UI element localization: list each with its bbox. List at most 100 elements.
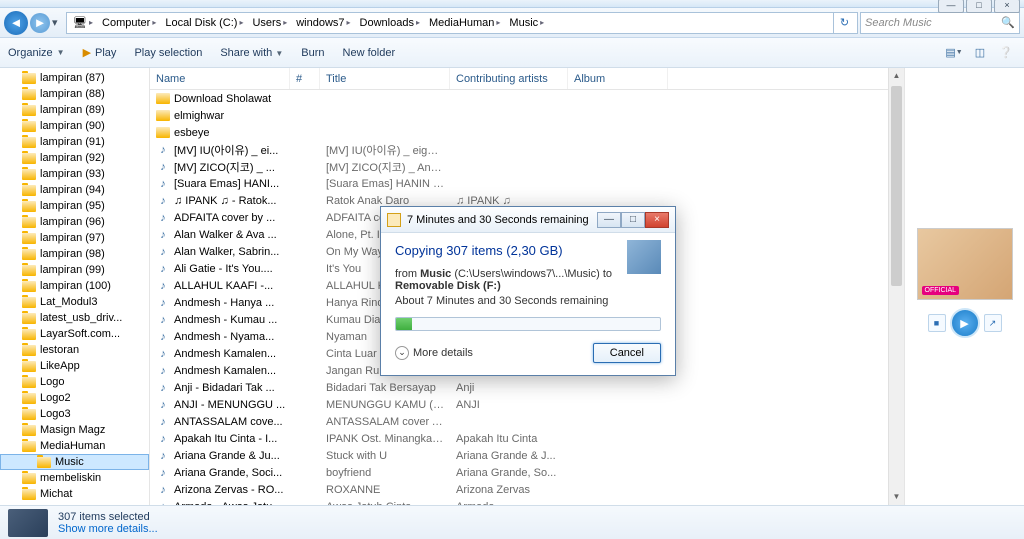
tree-item[interactable]: Michat bbox=[0, 486, 149, 502]
tree-item[interactable]: membeliskin bbox=[0, 470, 149, 486]
tree-item[interactable]: Masign Magz bbox=[0, 422, 149, 438]
file-row[interactable]: ♪Apakah Itu Cinta - I...IPANK Ost. Minan… bbox=[150, 430, 888, 447]
folder-icon bbox=[22, 361, 36, 372]
music-icon: ♪ bbox=[156, 364, 170, 378]
tree-item[interactable]: Logo2 bbox=[0, 390, 149, 406]
forward-button[interactable]: ► bbox=[30, 13, 50, 33]
column-number[interactable]: # bbox=[290, 68, 320, 89]
tree-item[interactable]: lampiran (99) bbox=[0, 262, 149, 278]
tree-item[interactable]: lampiran (89) bbox=[0, 102, 149, 118]
file-row[interactable]: ♪Armada - Awas Jatu...Awas Jatuh CintaAr… bbox=[150, 498, 888, 505]
dialog-minimize-button[interactable]: — bbox=[597, 212, 621, 228]
file-row[interactable]: ♪Ariana Grande, Soci...boyfriendAriana G… bbox=[150, 464, 888, 481]
tree-item[interactable]: lestoran bbox=[0, 342, 149, 358]
scroll-thumb[interactable] bbox=[891, 86, 902, 286]
folder-icon bbox=[22, 441, 36, 452]
maximize-button[interactable]: □ bbox=[966, 0, 992, 13]
tree-item[interactable]: lampiran (98) bbox=[0, 246, 149, 262]
folder-icon bbox=[22, 345, 36, 356]
column-artist[interactable]: Contributing artists bbox=[450, 68, 568, 89]
share-menu[interactable]: Share with ▼ bbox=[220, 47, 283, 59]
preview-pane: OFFICIAL ■ ▶ ↗ bbox=[904, 68, 1024, 505]
column-album[interactable]: Album bbox=[568, 68, 668, 89]
breadcrumb-segment[interactable]: Local Disk (C:)▸ bbox=[161, 13, 247, 33]
file-row[interactable]: ♪[MV] IU(아이유) _ ei...[MV] IU(아이유) _ eigh… bbox=[150, 141, 888, 158]
music-icon: ♪ bbox=[156, 347, 170, 361]
new-folder-button[interactable]: New folder bbox=[343, 47, 396, 59]
tree-item[interactable]: lampiran (97) bbox=[0, 230, 149, 246]
popout-button[interactable]: ↗ bbox=[984, 314, 1002, 332]
breadcrumb-segment[interactable]: Downloads▸ bbox=[356, 13, 424, 33]
scroll-down-button[interactable]: ▼ bbox=[889, 489, 904, 505]
breadcrumb-segment[interactable]: MediaHuman▸ bbox=[425, 13, 504, 33]
help-button[interactable]: ❔ bbox=[996, 44, 1016, 62]
more-details-toggle[interactable]: ⌄ More details bbox=[395, 346, 473, 360]
preview-pane-button[interactable]: ◫ bbox=[970, 44, 990, 62]
close-button[interactable]: × bbox=[994, 0, 1020, 13]
search-input[interactable]: Search Music🔍 bbox=[860, 12, 1020, 34]
tree-item[interactable]: lampiran (95) bbox=[0, 198, 149, 214]
tree-item[interactable]: lampiran (91) bbox=[0, 134, 149, 150]
tree-item[interactable]: Logo3 bbox=[0, 406, 149, 422]
play-media-button[interactable]: ▶ bbox=[950, 308, 980, 338]
column-name[interactable]: Name bbox=[150, 68, 290, 89]
file-row[interactable]: esbeye bbox=[150, 124, 888, 141]
file-row[interactable]: Download Sholawat bbox=[150, 90, 888, 107]
file-row[interactable]: ♪[Suara Emas] HANI...[Suara Emas] HANIN … bbox=[150, 175, 888, 192]
breadcrumb-segment[interactable]: Users▸ bbox=[248, 13, 291, 33]
music-icon: ♪ bbox=[156, 466, 170, 480]
scroll-up-button[interactable]: ▲ bbox=[889, 68, 904, 84]
dialog-maximize-button[interactable]: □ bbox=[621, 212, 645, 228]
tree-item[interactable]: LikeApp bbox=[0, 358, 149, 374]
folder-tree[interactable]: lampiran (87)lampiran (88)lampiran (89)l… bbox=[0, 68, 150, 505]
tree-item[interactable]: lampiran (92) bbox=[0, 150, 149, 166]
dialog-close-button[interactable]: × bbox=[645, 212, 669, 228]
tree-item[interactable]: Music bbox=[0, 454, 149, 470]
music-icon: ♪ bbox=[156, 279, 170, 293]
tree-item[interactable]: lampiran (96) bbox=[0, 214, 149, 230]
file-row[interactable]: elmighwar bbox=[150, 107, 888, 124]
cancel-button[interactable]: Cancel bbox=[593, 343, 661, 363]
file-row[interactable]: ♪Arizona Zervas - RO...ROXANNEArizona Ze… bbox=[150, 481, 888, 498]
tree-item[interactable]: lampiran (90) bbox=[0, 118, 149, 134]
burn-button[interactable]: Burn bbox=[301, 47, 324, 59]
tree-item[interactable]: latest_usb_driv... bbox=[0, 310, 149, 326]
tree-item[interactable]: lampiran (93) bbox=[0, 166, 149, 182]
back-button[interactable]: ◄ bbox=[4, 11, 28, 35]
tree-item[interactable]: lampiran (94) bbox=[0, 182, 149, 198]
column-headers[interactable]: Name # Title Contributing artists Album bbox=[150, 68, 888, 90]
file-row[interactable]: ♪ANJI - MENUNGGU ...MENUNGGU KAMU (OST..… bbox=[150, 396, 888, 413]
tree-item[interactable]: lampiran (88) bbox=[0, 86, 149, 102]
folder-icon bbox=[22, 121, 36, 132]
file-row[interactable]: ♪Ariana Grande & Ju...Stuck with UAriana… bbox=[150, 447, 888, 464]
folder-icon bbox=[22, 393, 36, 404]
refresh-button[interactable]: ↻ bbox=[833, 12, 855, 34]
tree-item[interactable]: lampiran (87) bbox=[0, 70, 149, 86]
stop-button[interactable]: ■ bbox=[928, 314, 946, 332]
music-icon: ♪ bbox=[156, 228, 170, 242]
dialog-titlebar[interactable]: 7 Minutes and 30 Seconds remaining — □ × bbox=[381, 207, 675, 233]
folder-icon bbox=[22, 185, 36, 196]
view-options-button[interactable]: ▤ ▼ bbox=[944, 44, 964, 62]
tree-item[interactable]: lampiran (100) bbox=[0, 278, 149, 294]
breadcrumb[interactable]: 🖥▸ Computer▸ Local Disk (C:)▸ Users▸ win… bbox=[66, 12, 858, 34]
file-row[interactable]: ♪ANTASSALAM cove...ANTASSALAM cover ALM.… bbox=[150, 413, 888, 430]
breadcrumb-segment[interactable]: windows7▸ bbox=[292, 13, 354, 33]
tree-item[interactable]: MediaHuman bbox=[0, 438, 149, 454]
tree-item[interactable]: LayarSoft.com... bbox=[0, 326, 149, 342]
scrollbar[interactable]: ▲ ▼ bbox=[888, 68, 904, 505]
file-row[interactable]: ♪[MV] ZICO(지코) _ ...[MV] ZICO(지코) _ Any … bbox=[150, 158, 888, 175]
breadcrumb-segment[interactable]: Computer▸ bbox=[98, 13, 160, 33]
tree-item[interactable]: Logo bbox=[0, 374, 149, 390]
file-row[interactable]: ♪Anji - Bidadari Tak ...Bidadari Tak Ber… bbox=[150, 379, 888, 396]
column-title[interactable]: Title bbox=[320, 68, 450, 89]
tree-item[interactable]: Lat_Modul3 bbox=[0, 294, 149, 310]
breadcrumb-segment[interactable]: Music▸ bbox=[505, 13, 548, 33]
minimize-button[interactable]: — bbox=[938, 0, 964, 13]
organize-menu[interactable]: Organize ▼ bbox=[8, 47, 65, 59]
folder-icon bbox=[22, 89, 36, 100]
history-dropdown[interactable]: ▾ bbox=[52, 16, 64, 29]
show-more-details-link[interactable]: Show more details... bbox=[58, 523, 158, 535]
play-button[interactable]: ▶Play bbox=[83, 46, 117, 59]
play-selection-button[interactable]: Play selection bbox=[134, 47, 202, 59]
